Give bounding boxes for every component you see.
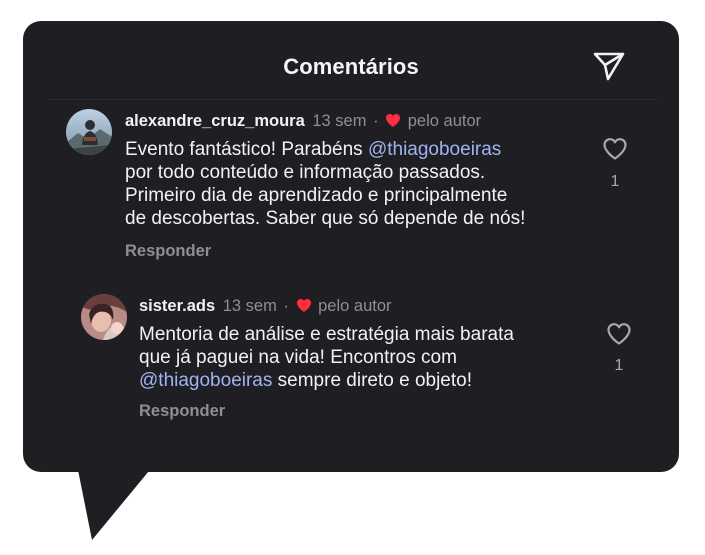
meta-separator: ·	[373, 112, 379, 130]
like-button[interactable]	[606, 322, 632, 346]
comment-time: 13 sem	[222, 297, 277, 315]
liked-by-author-label: pelo autor	[318, 297, 392, 315]
meta-separator: ·	[283, 297, 289, 315]
comment-line: Mentoria de análise e estratégia mais ba…	[139, 324, 514, 345]
mention-link[interactable]: @thiagoboeiras	[368, 139, 501, 160]
page-title: Comentários	[283, 54, 419, 79]
heart-filled-icon	[386, 114, 401, 127]
reply-button[interactable]: Responder	[125, 242, 211, 261]
like-button[interactable]	[602, 137, 628, 161]
comment-line: Primeiro dia de aprendizado e principalm…	[125, 185, 508, 206]
comment-time: 13 sem	[312, 112, 367, 130]
comment-meta: sister.ads 13 sem · pelo autor	[139, 297, 392, 316]
mention-link[interactable]: @thiagoboeiras	[139, 370, 272, 391]
send-button[interactable]	[591, 50, 627, 82]
comments-panel: Comentários alexandre_cruz_moura 13 sem …	[23, 21, 679, 472]
comment-meta: alexandre_cruz_moura 13 sem · pelo autor	[125, 112, 481, 131]
avatar[interactable]	[66, 109, 112, 155]
comment-text: Evento fantástico! Parabéns @thiagoboeir…	[125, 138, 525, 230]
heart-outline-icon	[603, 138, 627, 160]
like-count: 1	[614, 357, 624, 374]
comments-header: Comentários	[23, 21, 679, 99]
username[interactable]: sister.ads	[139, 297, 215, 315]
heart-outline-icon	[607, 323, 631, 345]
heart-filled-icon	[296, 299, 311, 312]
liked-by-author-label: pelo autor	[407, 112, 482, 130]
comment-text: Mentoria de análise e estratégia mais ba…	[139, 323, 514, 392]
send-icon	[593, 52, 625, 81]
comment-line: @thiagoboeiras sempre direto e objeto!	[139, 369, 514, 392]
avatar[interactable]	[81, 294, 127, 340]
comment-line: que já paguei na vida! Encontros com	[139, 347, 457, 368]
username[interactable]: alexandre_cruz_moura	[125, 112, 305, 130]
reply-button[interactable]: Responder	[139, 402, 225, 421]
comment-line: de descobertas. Saber que só depende de …	[125, 208, 526, 229]
like-count: 1	[610, 173, 620, 190]
comment-line: Evento fantástico! Parabéns @thiagoboeir…	[125, 138, 525, 161]
comment-text-segment: sempre direto e objeto!	[272, 370, 472, 391]
header-divider	[49, 99, 657, 100]
comment-text-segment: Evento fantástico! Parabéns	[125, 139, 368, 160]
comment-line: por todo conteúdo e informação passados.	[125, 162, 486, 183]
